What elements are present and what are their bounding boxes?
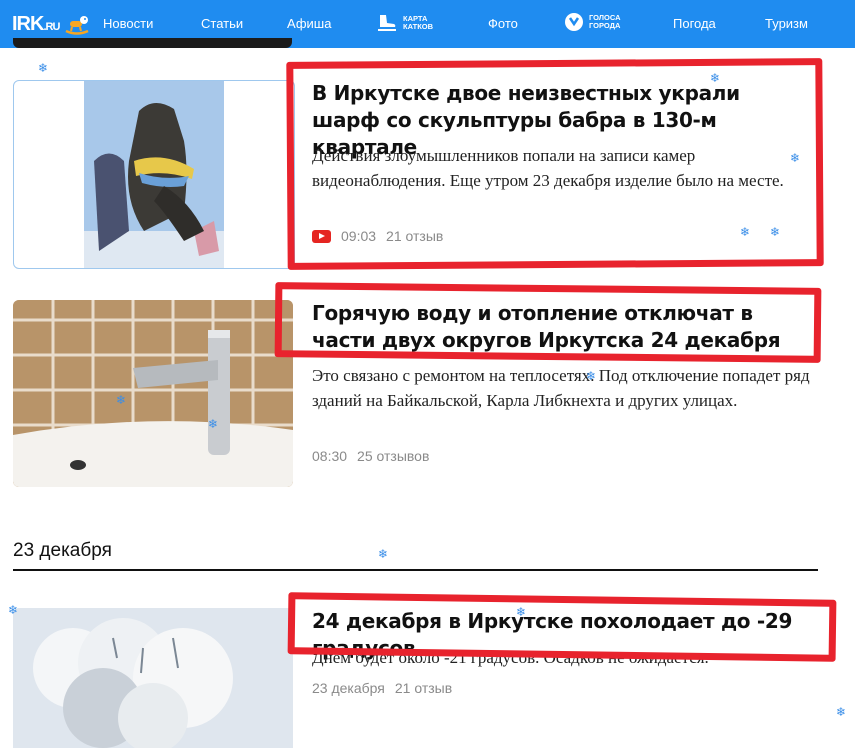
article-lead: Действия злоумышленников попали на запис… xyxy=(312,146,784,190)
previous-article-image-edge xyxy=(13,38,292,48)
nav-photo[interactable]: Фото xyxy=(488,16,518,31)
voice-icon xyxy=(565,13,583,31)
date-section-heading: 23 декабря xyxy=(13,540,112,561)
article-image[interactable] xyxy=(13,608,293,748)
rocking-horse-icon xyxy=(65,16,89,35)
snowflake-icon: ❄ xyxy=(586,369,597,383)
article-meta: 08:30 25 отзывов xyxy=(312,448,429,464)
snowflake-icon: ❄ xyxy=(790,151,801,165)
article-time: 08:30 xyxy=(312,448,348,464)
article-image[interactable] xyxy=(13,80,295,269)
nav-city-voices[interactable]: ГОЛОСА ГОРОДА xyxy=(564,12,633,32)
article-comments[interactable]: 21 отзыв xyxy=(395,680,452,696)
frosty-tree-image xyxy=(13,608,293,748)
article-title[interactable]: Горячую воду и отопление отключат в част… xyxy=(312,300,812,354)
snowflake-icon: ❄ xyxy=(378,547,389,561)
nav-articles[interactable]: Статьи xyxy=(201,16,243,31)
article-meta: 23 декабря 21 отзыв xyxy=(312,680,452,696)
article-meta: 09:03 21 отзыв xyxy=(312,228,443,244)
date-section-divider xyxy=(13,569,818,571)
logo-main-text: IRK xyxy=(12,12,44,35)
snowflake-icon: ❄ xyxy=(208,417,219,431)
nav-city-voices-label: ГОЛОСА ГОРОДА xyxy=(589,13,621,30)
snowflake-icon: ❄ xyxy=(38,61,49,75)
nav-news[interactable]: Новости xyxy=(103,16,154,42)
snowflake-icon: ❄ xyxy=(8,603,19,617)
logo-suffix-text: .RU xyxy=(43,20,60,33)
nav-tourism[interactable]: Туризм xyxy=(765,16,808,31)
snowflake-icon: ❄ xyxy=(836,705,847,719)
article-lead: Днем будет около -21 градусов. Осадков н… xyxy=(312,648,709,667)
video-icon xyxy=(312,229,331,243)
snowflake-icon: ❄ xyxy=(740,225,751,239)
article-time: 23 декабря xyxy=(312,680,385,696)
article-comments[interactable]: 21 отзыв xyxy=(386,228,443,244)
nav-afisha[interactable]: Афиша xyxy=(287,16,331,31)
nav-skating-map[interactable]: КАРТА КАТКОВ xyxy=(376,12,447,34)
article-image[interactable] xyxy=(13,300,293,487)
snowflake-icon: ❄ xyxy=(116,393,127,407)
snowflake-icon: ❄ xyxy=(770,225,781,239)
snowflake-icon: ❄ xyxy=(710,71,721,85)
article-lead: Это связано с ремонтом на теплосетях. По… xyxy=(312,366,810,410)
article-time: 09:03 xyxy=(341,228,377,244)
nav-weather[interactable]: Погода xyxy=(673,16,716,31)
skate-icon xyxy=(378,15,396,31)
site-logo[interactable]: IRK.RU xyxy=(12,11,91,37)
article-comments[interactable]: 25 отзывов xyxy=(357,448,429,464)
babr-statue-image xyxy=(84,81,224,268)
snowflake-icon: ❄ xyxy=(516,605,527,619)
nav-skating-map-label: КАРТА КАТКОВ xyxy=(403,14,434,31)
faucet-sink-image xyxy=(13,300,293,487)
